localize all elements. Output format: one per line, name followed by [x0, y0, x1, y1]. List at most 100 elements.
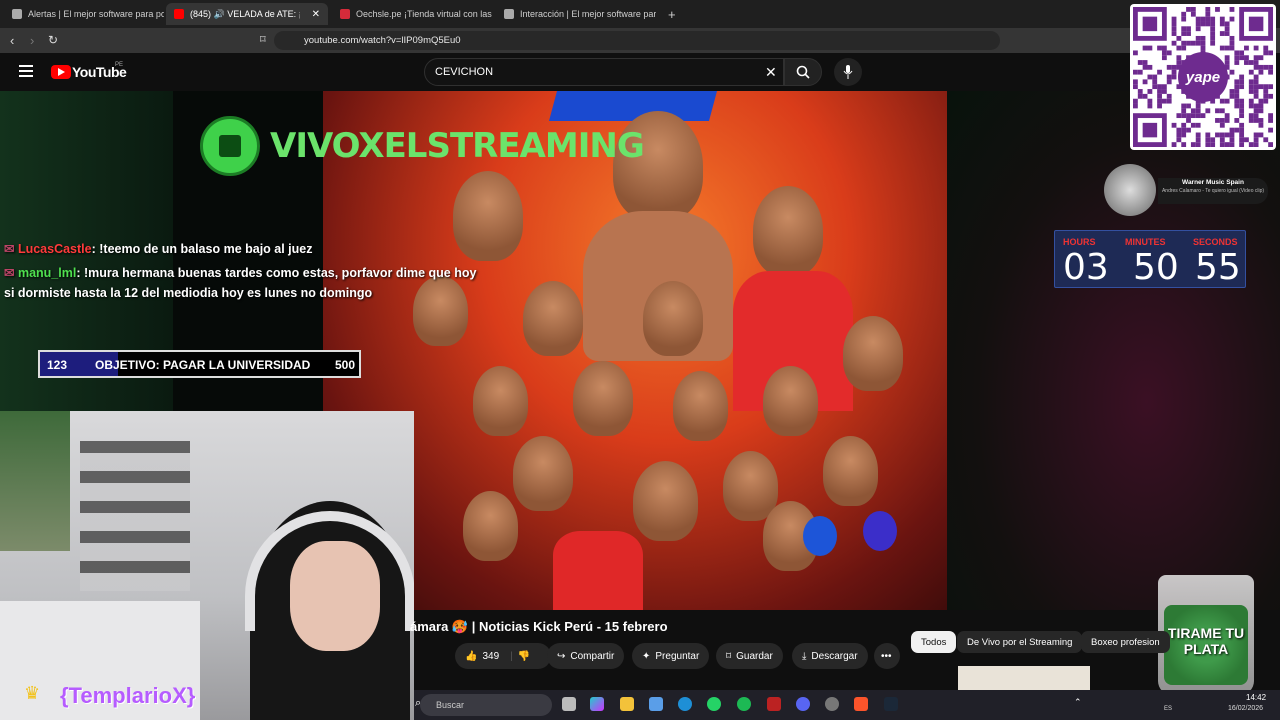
chip-de-vivo[interactable]: De Vivo por el Streaming	[957, 631, 1083, 653]
goal-target: 500	[335, 358, 356, 372]
language-indicator[interactable]: ES	[1164, 706, 1172, 712]
chat-message: ✉ LucasCastle: !teemo de un balaso me ba…	[4, 241, 313, 256]
share-icon: ↪	[557, 650, 566, 662]
spotify-icon[interactable]	[737, 697, 751, 711]
chat-message: si dormiste hasta la 12 del mediodia hoy…	[4, 286, 372, 300]
clock-time[interactable]: 14:42	[1246, 693, 1266, 702]
youtube-icon	[174, 9, 184, 19]
file-explorer-icon[interactable]	[620, 697, 634, 711]
steam-icon[interactable]	[884, 697, 898, 711]
tab-label: Oechsle.pe ¡Tienda virtual con las me	[356, 9, 492, 19]
new-tab-button[interactable]: +	[660, 3, 680, 25]
thumbs-down-icon[interactable]: 👎	[518, 651, 530, 662]
ask-label: Preguntar	[655, 650, 700, 662]
chat-text: : !teemo de un balaso me bajo al juez	[91, 242, 313, 256]
save-button[interactable]: ⌑ Guardar	[716, 643, 783, 669]
obs-icon[interactable]	[825, 697, 839, 711]
voice-search-button[interactable]	[834, 58, 862, 86]
channel-banner: VIVOXELSTREAMING	[270, 126, 645, 166]
taskbar-search[interactable]: Buscar	[420, 694, 552, 716]
reload-icon[interactable]: ↻	[48, 33, 58, 47]
diamond-icon	[12, 9, 22, 19]
search-input[interactable]: CEVICHON ✕	[424, 58, 784, 86]
yape-qr-code: yape	[1130, 4, 1276, 150]
bookmark-icon[interactable]: ⌑	[260, 33, 266, 46]
yape-logo: yape	[1178, 52, 1228, 102]
clear-search-icon[interactable]: ✕	[765, 64, 777, 81]
browser-tab-active[interactable]: (845) 🔊 VELADA de ATE: ¡ARMA ✕	[166, 3, 328, 25]
recommended-thumbnail[interactable]	[958, 666, 1090, 690]
chat-username: LucasCastle	[17, 242, 92, 256]
browser-tab[interactable]: Oechsle.pe ¡Tienda virtual con las me	[332, 3, 492, 25]
timer-minutes-label: MINUTES	[1125, 237, 1166, 247]
forward-icon[interactable]: ›	[30, 33, 34, 48]
close-icon[interactable]: ✕	[306, 9, 320, 20]
poster-banner	[548, 91, 718, 121]
now-playing: Warner Music Spain Andres Calamaro - Te …	[1158, 178, 1268, 204]
thumbs-up-icon: 👍	[465, 650, 478, 662]
music-song: Andres Calamaro - Te quiero igual (Video…	[1161, 188, 1265, 194]
address-bar[interactable]: youtube.com/watch?v=lIP09mQ5Eu0	[274, 31, 1000, 50]
like-button[interactable]: 👍 349 | 👎	[455, 643, 551, 669]
download-button[interactable]: ⤓ Descargar	[792, 643, 868, 669]
store-icon[interactable]	[649, 697, 663, 711]
discord-icon[interactable]	[796, 697, 810, 711]
back-icon[interactable]: ‹	[10, 33, 14, 48]
download-icon: ⤓	[802, 650, 807, 662]
save-label: Guardar	[736, 650, 773, 662]
search-button[interactable]	[784, 58, 822, 86]
download-label: Descargar	[811, 650, 858, 662]
sparkle-icon: ✦	[642, 650, 651, 662]
badge-icon: ✉	[4, 242, 18, 256]
chip-boxeo[interactable]: Boxeo profesion	[1081, 631, 1170, 653]
menu-icon[interactable]	[19, 65, 33, 77]
app-icon[interactable]	[767, 697, 781, 711]
chat-username: manu_lml	[17, 266, 77, 280]
more-actions-button[interactable]: •••	[874, 643, 900, 669]
whatsapp-icon[interactable]	[707, 697, 721, 711]
headphones	[245, 511, 414, 631]
youtube-logo-icon[interactable]	[51, 65, 71, 79]
url-text: youtube.com/watch?v=lIP09mQ5Eu0	[304, 35, 461, 46]
donate-text: TIRAME TU PLATA	[1167, 625, 1245, 657]
browser-tab[interactable]: Interacción | El mejor software para p	[496, 3, 656, 25]
bookmark-icon: ⌑	[726, 650, 732, 662]
timer-seconds-label: SECONDS	[1193, 237, 1238, 247]
edge-icon[interactable]	[678, 697, 692, 711]
more-icon: •••	[881, 650, 892, 662]
copilot-icon[interactable]	[590, 697, 604, 711]
timer-minutes: 50	[1133, 247, 1179, 288]
oechsle-icon	[340, 9, 350, 19]
timer-hours: 03	[1063, 247, 1109, 288]
chevron-up-icon[interactable]: ⌃	[1074, 697, 1082, 708]
timer-seconds: 55	[1195, 247, 1241, 288]
share-label: Compartir	[570, 650, 615, 662]
tab-label: (845) 🔊 VELADA de ATE: ¡ARMA	[190, 8, 300, 19]
search-value: CEVICHON	[435, 66, 494, 78]
chat-message: ✉ manu_lml: !mura hermana buenas tardes …	[4, 265, 476, 280]
donation-cup: TIRAME TU PLATA	[1158, 575, 1254, 695]
goal-current: 123	[47, 358, 68, 372]
brave-icon[interactable]	[854, 697, 868, 711]
task-view-icon[interactable]	[562, 697, 576, 711]
microphone-icon	[843, 65, 853, 79]
video-title: ámara 🥵 | Noticias Kick Perú - 15 febrer…	[410, 619, 668, 634]
webcam-feed: ♛ {TemplarioX}	[0, 411, 414, 720]
chip-all[interactable]: Todos	[911, 631, 957, 653]
share-button[interactable]: ↪ Compartir	[547, 643, 625, 669]
diamond-icon	[504, 9, 514, 19]
browser-tab[interactable]: Alertas | El mejor software para pote	[4, 3, 164, 25]
tab-label: Interacción | El mejor software para p	[520, 9, 656, 19]
ask-button[interactable]: ✦ Preguntar	[632, 643, 710, 669]
chat-text: si dormiste hasta la 12 del mediodia hoy…	[4, 286, 373, 300]
timer-hours-label: HOURS	[1063, 237, 1096, 247]
search-icon	[796, 65, 810, 79]
goal-label: OBJETIVO: PAGAR LA UNIVERSIDAD	[95, 358, 311, 372]
goal-bar: 123 OBJETIVO: PAGAR LA UNIVERSIDAD 500	[38, 350, 361, 378]
tab-label: Alertas | El mejor software para pote	[28, 9, 164, 19]
clock-date[interactable]: 16/02/2026	[1228, 705, 1263, 712]
streamer-name: {TemplarioX}	[60, 683, 196, 708]
taskbar-search-label: Buscar	[436, 700, 465, 710]
video-frame	[323, 91, 947, 610]
search-icon: ⌕	[415, 697, 422, 709]
